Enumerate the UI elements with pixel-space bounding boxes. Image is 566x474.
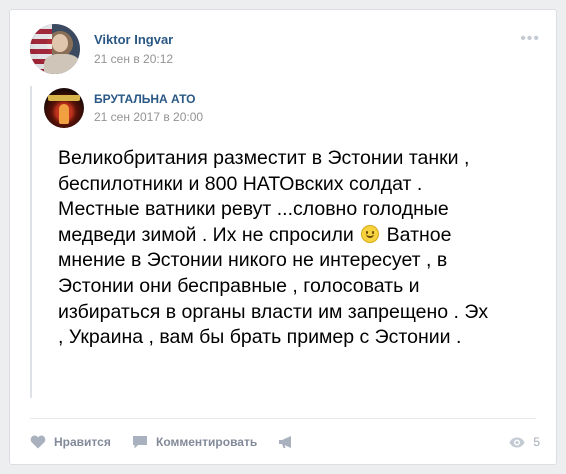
eye-icon (509, 437, 525, 447)
repost-source-name-link[interactable]: БРУТАЛЬНА АТО (94, 92, 195, 106)
author-avatar[interactable] (30, 24, 80, 74)
avatar-face-decoration (52, 34, 68, 52)
like-label: Нравится (54, 435, 111, 449)
avatar-figure-decoration (59, 104, 69, 124)
actions-divider (30, 418, 536, 419)
smile-emoji-icon (361, 224, 380, 243)
like-button[interactable]: Нравится (30, 432, 111, 452)
comment-label: Комментировать (156, 435, 258, 449)
more-options-icon[interactable]: ••• (520, 31, 540, 47)
post-card: Viktor Ingvar 21 сен в 20:12 ••• БРУТАЛЬ… (9, 9, 557, 465)
post-text: Великобритания разместит в Эстонии танки… (58, 146, 498, 351)
comment-icon (133, 435, 147, 448)
repost-indicator-bar (30, 86, 32, 398)
avatar-shirt-decoration (44, 54, 80, 74)
comment-button[interactable]: Комментировать (132, 432, 257, 452)
post-date-link[interactable]: 21 сен в 20:12 (94, 52, 173, 66)
author-name-link[interactable]: Viktor Ingvar (94, 32, 173, 47)
avatar-band-decoration (48, 95, 80, 101)
heart-icon (30, 435, 46, 449)
views-count: 5 (533, 435, 540, 449)
share-button[interactable] (278, 432, 302, 452)
views-counter: 5 (509, 432, 540, 452)
megaphone-icon (279, 436, 291, 448)
repost-source-avatar[interactable] (44, 88, 84, 128)
repost-date: 21 сен 2017 в 20:00 (94, 110, 204, 124)
